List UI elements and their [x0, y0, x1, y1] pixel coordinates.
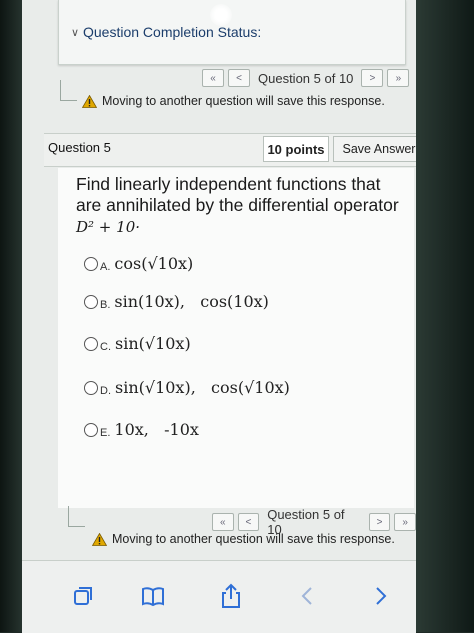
- completion-status-title: Question Completion Status:: [83, 24, 262, 40]
- next-question-button[interactable]: >: [361, 69, 384, 87]
- completion-status-panel[interactable]: ∨ Question Completion Status:: [58, 0, 406, 65]
- pager-label: Question 5 of 10: [258, 70, 354, 86]
- radio-button[interactable]: [84, 294, 98, 309]
- save-notice-bottom: Moving to another question will save thi…: [91, 532, 395, 546]
- option-letter: A.: [100, 260, 111, 273]
- save-notice-text: Moving to another question will save thi…: [102, 94, 385, 108]
- previous-question-button[interactable]: <: [237, 513, 260, 531]
- last-question-button[interactable]: »: [387, 69, 410, 87]
- differential-operator: D² + 10·: [76, 218, 140, 236]
- option-letter: C.: [100, 340, 111, 353]
- back-arrow-icon[interactable]: [294, 583, 320, 609]
- option-math: sin(√10x): [115, 334, 191, 353]
- option-letter: D.: [100, 384, 111, 397]
- first-question-button[interactable]: «: [202, 69, 224, 87]
- option-math: sin(√10x), cos(√10x): [115, 378, 290, 397]
- bookmarks-icon[interactable]: [140, 583, 166, 609]
- answer-option-d[interactable]: D. sin(√10x), cos(√10x): [84, 378, 290, 397]
- save-notice-top: Moving to another question will save thi…: [81, 94, 385, 108]
- next-question-button[interactable]: >: [368, 513, 391, 531]
- light-glare: [210, 4, 232, 26]
- question-body: Find linearly independent functions that…: [58, 168, 414, 508]
- chevron-down-icon[interactable]: ∨: [71, 26, 79, 39]
- first-question-button[interactable]: «: [212, 513, 234, 531]
- connector-line: [60, 80, 77, 101]
- radio-button[interactable]: [84, 336, 98, 351]
- points-badge: 10 points: [263, 136, 329, 162]
- last-question-button[interactable]: »: [394, 513, 416, 531]
- answer-option-b[interactable]: B. sin(10x), cos(10x): [84, 292, 269, 311]
- connector-line: [68, 506, 85, 527]
- option-letter: B.: [100, 298, 111, 311]
- option-math: cos(√10x): [114, 254, 194, 273]
- answer-option-e[interactable]: E. 10x, -10x: [84, 420, 199, 439]
- radio-button[interactable]: [84, 256, 98, 271]
- question-prompt: Find linearly independent functions that…: [76, 174, 399, 215]
- answer-option-c[interactable]: C. sin(√10x): [84, 334, 191, 353]
- share-icon[interactable]: [218, 583, 244, 609]
- browser-toolbar: [22, 560, 416, 633]
- option-letter: E.: [100, 426, 111, 439]
- option-math: 10x, -10x: [114, 420, 199, 439]
- save-answer-button[interactable]: Save Answer: [333, 136, 416, 162]
- question-header: Question 5 10 points Save Answer: [44, 133, 416, 167]
- radio-button[interactable]: [84, 422, 98, 437]
- previous-question-button[interactable]: <: [228, 69, 250, 87]
- radio-button[interactable]: [84, 380, 98, 395]
- save-notice-text: Moving to another question will save thi…: [112, 532, 395, 546]
- answer-option-a[interactable]: A. cos(√10x): [84, 254, 193, 273]
- question-pager-bottom: « < Question 5 of 10 > »: [212, 507, 416, 537]
- device-bezel-left: [0, 0, 22, 632]
- question-pager-top: « < Question 5 of 10 > »: [202, 68, 410, 88]
- option-math: sin(10x), cos(10x): [114, 292, 269, 311]
- question-text: Find linearly independent functions that…: [76, 174, 406, 238]
- warning-icon: [91, 532, 108, 546]
- device-bezel-right: [416, 0, 474, 632]
- warning-icon: [81, 94, 98, 108]
- browser-screen: ∨ Question Completion Status: « < Questi…: [22, 0, 416, 632]
- tabs-icon[interactable]: [70, 583, 96, 609]
- forward-arrow-icon[interactable]: [368, 583, 394, 609]
- question-number: Question 5: [48, 140, 111, 155]
